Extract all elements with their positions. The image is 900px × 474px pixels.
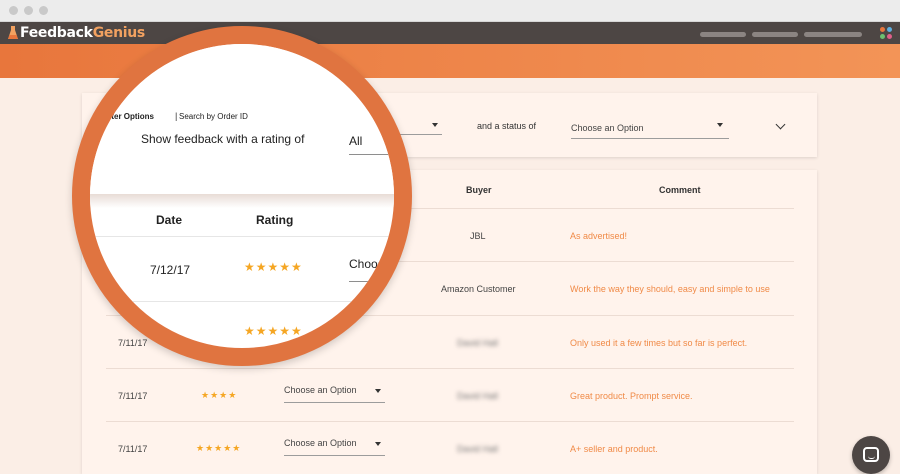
- date-cell: 7/12/17: [150, 263, 191, 277]
- comment-cell: Only used it a few times but so far is p…: [570, 338, 748, 348]
- comment-cell: A+ seller and product.: [570, 444, 658, 454]
- app-logo[interactable]: FeedbackGenius: [8, 24, 145, 42]
- rating-select-value: All: [349, 134, 363, 148]
- chat-icon: [863, 447, 879, 462]
- status-filter-label: and a status of: [477, 121, 537, 131]
- column-header-rating[interactable]: Rating: [256, 213, 293, 227]
- column-header-comment[interactable]: Comment: [659, 185, 701, 195]
- chat-launcher-button[interactable]: [852, 436, 890, 474]
- status-select-value: Choose an Option: [284, 385, 357, 395]
- app-header: FeedbackGenius: [0, 22, 900, 44]
- rating-filter-label: Show feedback with a rating of: [141, 132, 305, 146]
- flask-icon: [8, 26, 18, 40]
- magnifier-lens: Filter Options | Search by Order ID Show…: [72, 26, 412, 366]
- column-header-date[interactable]: Date: [156, 213, 182, 227]
- chat-smile-icon: [868, 456, 875, 459]
- window-minimize-button[interactable]: [24, 6, 33, 15]
- row-divider: [90, 301, 394, 302]
- date-cell: 7/11/17: [134, 327, 167, 338]
- buyer-cell: David Hall: [457, 338, 499, 348]
- buyer-cell: Amazon Customer: [441, 284, 516, 294]
- window-maximize-button[interactable]: [39, 6, 48, 15]
- table-row[interactable]: 7/11/17 ★★★★★ Choose an Option David Hal…: [106, 421, 794, 474]
- chevron-down-icon[interactable]: [775, 119, 786, 130]
- status-select-value: Choose an Option: [571, 123, 644, 133]
- nav-link-placeholder[interactable]: [804, 32, 862, 37]
- tab-search-order[interactable]: Search by Order ID: [179, 112, 248, 121]
- status-select[interactable]: Choose an Option: [284, 385, 385, 403]
- star-rating: ★★★★★: [196, 443, 242, 453]
- comment-cell: Work the way they should, easy and simpl…: [570, 284, 770, 294]
- comment-cell: As advertised!: [570, 231, 628, 241]
- caret-down-icon: [432, 123, 438, 127]
- app-title: FeedbackGenius: [20, 25, 145, 41]
- status-select[interactable]: Choose an Option: [571, 119, 729, 139]
- star-rating: ★★★★★: [244, 260, 303, 274]
- window-close-button[interactable]: [9, 6, 18, 15]
- buyer-cell: David Hall: [457, 444, 499, 454]
- window-titlebar: [0, 0, 900, 22]
- status-select-value: Choose an Option: [284, 438, 357, 448]
- caret-down-icon: [375, 389, 381, 393]
- comment-cell: Great product. Prompt service.: [570, 391, 693, 401]
- column-header-buyer[interactable]: Buyer: [466, 185, 492, 195]
- magnified-view: Filter Options | Search by Order ID Show…: [90, 44, 412, 348]
- caret-down-icon: [717, 123, 723, 127]
- apps-grid-icon[interactable]: [878, 25, 894, 41]
- magnified-filter-panel: [90, 44, 394, 196]
- nav-link-placeholder[interactable]: [752, 32, 798, 37]
- star-rating: ★★★★: [201, 390, 238, 400]
- tab-filter-options[interactable]: Filter Options: [102, 112, 154, 121]
- tab-divider: |: [175, 111, 178, 121]
- status-select-value: Option: [348, 324, 375, 334]
- nav-link-placeholder[interactable]: [700, 32, 746, 37]
- caret-down-icon: [375, 442, 381, 446]
- row-divider: [90, 236, 394, 237]
- status-select[interactable]: Option: [342, 322, 394, 342]
- date-cell: 7/11/17: [118, 444, 148, 454]
- status-select[interactable]: Choose an Option: [284, 438, 385, 456]
- section-divider: [90, 194, 394, 208]
- column-header-status[interactable]: Status: [394, 213, 412, 227]
- buyer-cell: David Hall: [457, 391, 499, 401]
- table-row[interactable]: 7/11/17 ★★★★ Choose an Option David Hall…: [106, 368, 794, 421]
- buyer-cell: JBL: [470, 231, 486, 241]
- date-cell: 7/11/17: [118, 391, 148, 401]
- star-rating: ★★★★★: [244, 324, 303, 338]
